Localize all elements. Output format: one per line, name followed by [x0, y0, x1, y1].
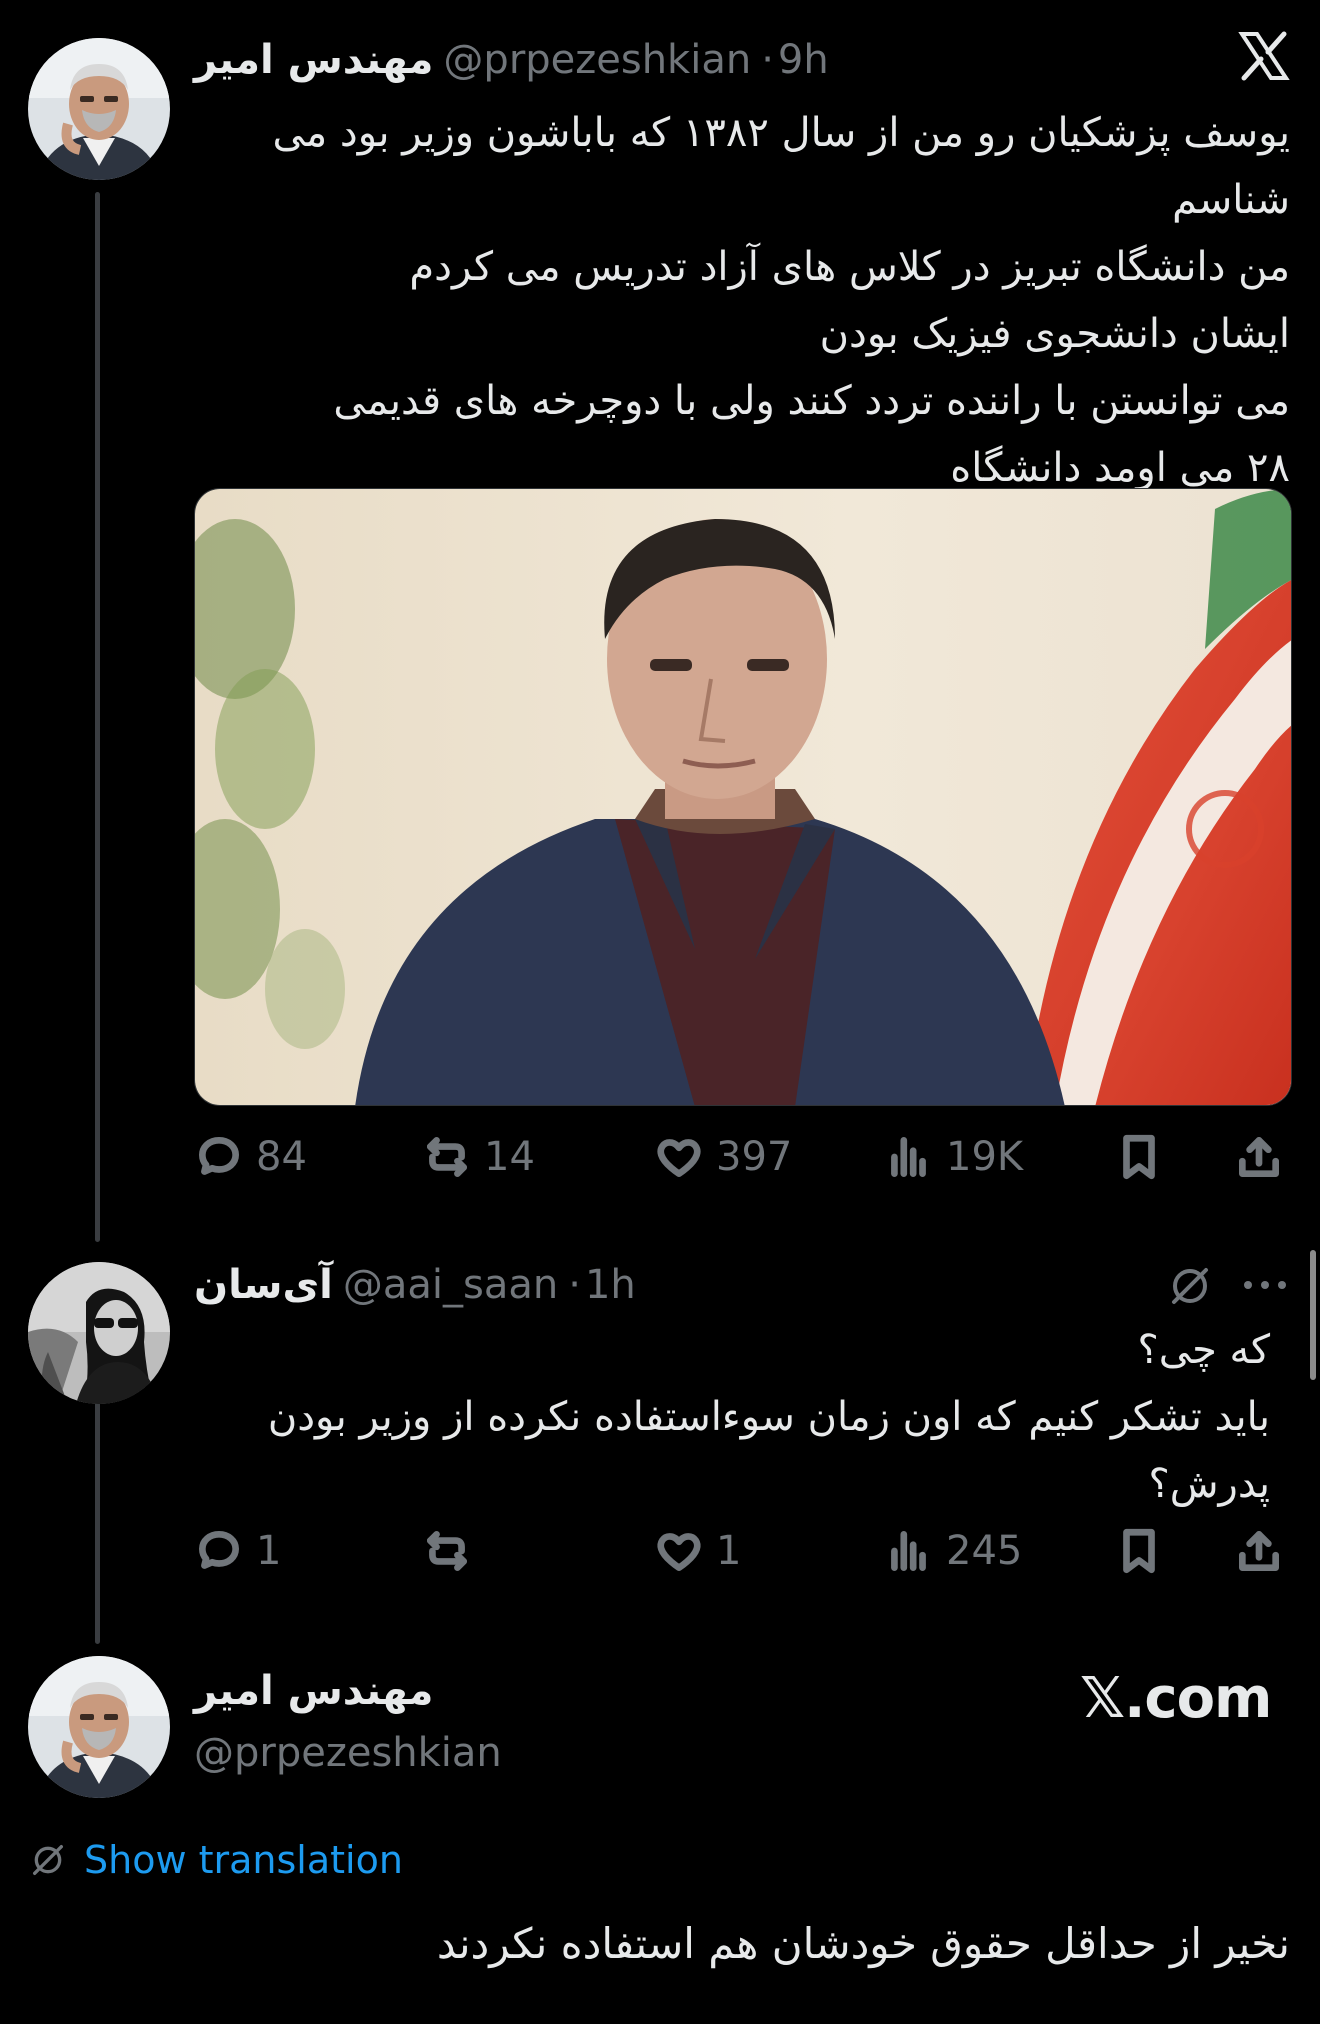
author-name[interactable]: آی‌سان: [194, 1262, 333, 1308]
like-button[interactable]: 397: [654, 1122, 792, 1192]
bookmark-icon: [1123, 1528, 1155, 1574]
tweet-header: مهندس امیر @prpezeshkian · 9h: [194, 30, 829, 90]
show-translation-link[interactable]: Show translation: [28, 1838, 403, 1882]
avatar[interactable]: [28, 38, 170, 180]
reply-count: 1: [256, 1528, 282, 1574]
tweet-line: می توانستن با راننده تردد کنند ولی با دو…: [333, 378, 1290, 424]
author-name[interactable]: مهندس امیر: [194, 1668, 433, 1714]
timestamp[interactable]: 9h: [778, 37, 829, 83]
tweet-line: باید تشکر کنیم که اون زمان سوءاستفاده نک…: [267, 1394, 1270, 1440]
tweet-line: یوسف پزشکیان رو من از سال ۱۳۸۲ که باباشو…: [272, 110, 1290, 156]
tweet-line: نخیر از حداقل حقوق خودشان هم استفاده نکر…: [436, 1919, 1290, 1968]
repost-button[interactable]: [422, 1516, 484, 1586]
views-button[interactable]: 19K: [884, 1122, 1023, 1192]
reply-count: 84: [256, 1134, 307, 1180]
thread-line-2: [95, 1402, 100, 1644]
translate-icon: [33, 1845, 63, 1875]
like-count: 1: [716, 1528, 742, 1574]
repost-button[interactable]: 14: [422, 1122, 535, 1192]
share-button[interactable]: [1234, 1516, 1284, 1586]
view-count: 245: [946, 1528, 1023, 1574]
views-icon: [891, 1531, 926, 1571]
thread-line-1: [95, 192, 100, 1242]
tweet-actions: 84 14 397 19K: [194, 1122, 1294, 1192]
x-logo-icon[interactable]: [1238, 30, 1290, 82]
views-button[interactable]: 245: [884, 1516, 1022, 1586]
timestamp[interactable]: 1h: [585, 1262, 636, 1308]
show-translation-label: Show translation: [84, 1838, 403, 1882]
avatar[interactable]: [28, 1262, 170, 1404]
reply-button[interactable]: 84: [194, 1122, 307, 1192]
author-handle[interactable]: @prpezeshkian: [443, 37, 751, 83]
bookmark-icon: [1123, 1134, 1155, 1180]
heart-icon: [657, 1139, 701, 1177]
repost-count: 14: [484, 1134, 535, 1180]
tweet-text: نخیر از حداقل حقوق خودشان هم استفاده نکر…: [50, 1910, 1290, 1977]
author-handle[interactable]: @prpezeshkian: [194, 1730, 502, 1776]
brand-watermark: 𝕏.com: [1080, 1666, 1272, 1731]
tweet-actions: 1 1 245: [194, 1516, 1294, 1586]
tweet-text: که چی؟ باید تشکر کنیم که اون زمان سوءاست…: [190, 1317, 1270, 1518]
separator-dot: ·: [568, 1262, 581, 1308]
tweet-line: ایشان دانشجوی فیزیک بودن: [819, 311, 1290, 357]
tweet-image[interactable]: [194, 488, 1292, 1106]
tweet-line: پدرش؟: [1148, 1461, 1270, 1507]
tweet-text: یوسف پزشکیان رو من از سال ۱۳۸۲ که باباشو…: [190, 100, 1290, 502]
avatar[interactable]: [28, 1656, 170, 1798]
tweet-header: آی‌سان @aai_saan · 1h: [194, 1255, 636, 1315]
like-count: 397: [716, 1134, 793, 1180]
share-icon: [1239, 1137, 1279, 1177]
share-button[interactable]: [1234, 1122, 1284, 1192]
bookmark-button[interactable]: [1114, 1516, 1164, 1586]
tweet-line: من دانشگاه تبریز در کلاس های آزاد تدریس …: [409, 244, 1290, 290]
views-icon: [891, 1137, 926, 1177]
separator-dot: ·: [761, 37, 774, 83]
more-icon[interactable]: [1240, 1270, 1290, 1300]
author-name[interactable]: مهندس امیر: [194, 37, 433, 83]
scrollbar[interactable]: [1310, 1250, 1316, 1380]
reply-icon: [199, 1531, 240, 1569]
tweet-line: که چی؟: [1137, 1327, 1271, 1373]
author-handle[interactable]: @aai_saan: [343, 1262, 558, 1308]
bookmark-button[interactable]: [1114, 1122, 1164, 1192]
repost-icon: [427, 1137, 467, 1177]
tweet-line: شناسم: [1172, 177, 1290, 223]
share-icon: [1239, 1531, 1279, 1571]
heart-icon: [657, 1533, 701, 1571]
repost-icon: [427, 1531, 467, 1571]
like-button[interactable]: 1: [654, 1516, 741, 1586]
grok-icon[interactable]: [1166, 1262, 1214, 1310]
view-count: 19K: [946, 1134, 1024, 1180]
reply-icon: [199, 1137, 240, 1175]
reply-button[interactable]: 1: [194, 1516, 281, 1586]
